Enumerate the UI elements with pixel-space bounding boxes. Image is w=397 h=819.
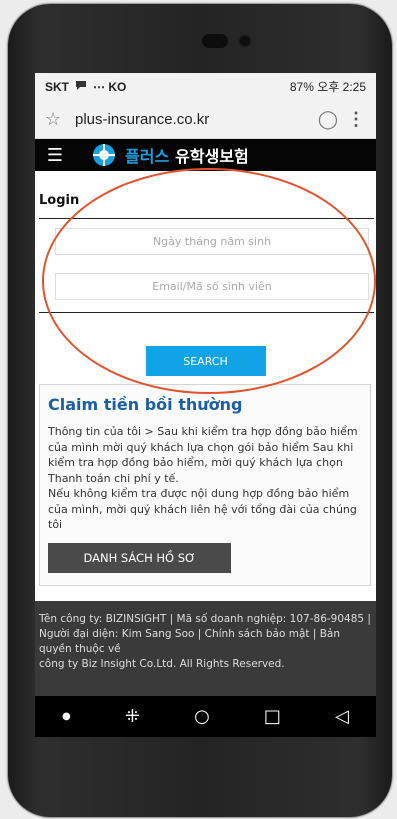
- footer-line1: Tên công ty: BIZINSIGHT | Mã số doanh ng…: [39, 613, 371, 655]
- claim-body: Thông tin của tôi > Sau khi kiểm tra hợp…: [48, 425, 358, 485]
- main-content: Login Ngày tháng năm sinh Email/Mã số si…: [35, 171, 376, 586]
- status-left-icons: ⋯ KO: [93, 79, 127, 94]
- menu-icon[interactable]: ☰: [35, 145, 75, 166]
- footer: Tên công ty: BIZINSIGHT | Mã số doanh ng…: [35, 601, 376, 696]
- speaker: [202, 34, 228, 48]
- brand-part1: 플러스: [125, 147, 170, 166]
- site-header: ☰ 플러스 유학생보험: [35, 139, 376, 171]
- footer-line2: công ty Biz Insight Co.Ltd. All Rights R…: [39, 658, 285, 670]
- dob-input[interactable]: Ngày tháng năm sinh: [55, 228, 369, 255]
- email-input[interactable]: Email/Mã số sinh viên: [55, 273, 369, 300]
- login-title: Login: [39, 171, 374, 219]
- status-right: 87% 오후 2:25: [289, 80, 366, 94]
- status-bar: SKT ⋯ KO 87% 오후 2:25: [35, 73, 376, 100]
- url-bar[interactable]: ☆ plus-insurance.co.kr ◯ ⋮: [35, 100, 376, 139]
- search-button[interactable]: SEARCH: [145, 346, 266, 376]
- front-camera: [238, 34, 252, 48]
- message-icon: [75, 79, 87, 94]
- star-icon[interactable]: ☆: [45, 109, 75, 130]
- claim-title: Claim tiền bồi thường: [48, 395, 243, 414]
- home-icon[interactable]: ○: [194, 706, 210, 727]
- carrier-label: SKT: [45, 79, 69, 94]
- url-text[interactable]: plus-insurance.co.kr: [75, 111, 310, 128]
- documents-list-button[interactable]: DANH SÁCH HỒ SƠ: [48, 542, 231, 573]
- claim-box: Claim tiền bồi thường Thông tin của tôi …: [39, 384, 371, 586]
- divider: [39, 312, 374, 313]
- screen: SKT ⋯ KO 87% 오후 2:25 ☆ plus-insurance.co…: [35, 73, 376, 737]
- dot-indicator: ●: [62, 711, 71, 722]
- overview-icon[interactable]: □: [264, 706, 281, 727]
- more-icon[interactable]: ⋮: [346, 109, 366, 130]
- recent-apps-icon[interactable]: ⁜: [125, 706, 140, 727]
- claim-body-2: Nếu không kiểm tra được nội dung hợp đồn…: [48, 487, 357, 531]
- reload-icon[interactable]: ◯: [310, 109, 346, 130]
- logo-icon[interactable]: [91, 142, 117, 168]
- back-icon[interactable]: ◁: [335, 706, 349, 727]
- android-nav-bar: ● ⁜ ○ □ ◁: [35, 696, 376, 737]
- brand-part2: 유학생보험: [175, 147, 249, 166]
